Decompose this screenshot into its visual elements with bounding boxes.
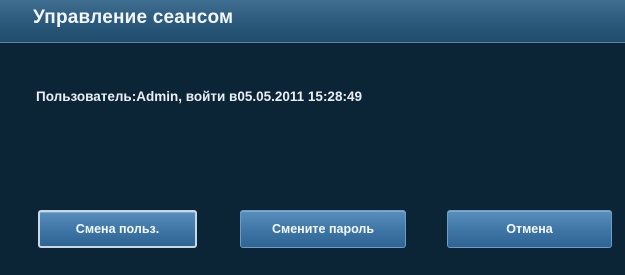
dialog-title: Управление сеансом <box>33 7 234 28</box>
cancel-button-label: Отмена <box>506 222 553 236</box>
cancel-button[interactable]: Отмена <box>447 210 612 248</box>
switch-user-button-label: Смена польз. <box>75 222 160 236</box>
change-password-button-label: Смените пароль <box>271 222 375 236</box>
change-password-button[interactable]: Смените пароль <box>240 210 406 248</box>
session-management-dialog: Управление сеансом Пользователь:Admin, в… <box>0 0 625 275</box>
switch-user-button[interactable]: Смена польз. <box>38 210 197 248</box>
dialog-titlebar: Управление сеансом <box>0 0 625 43</box>
session-info-text: Пользователь:Admin, войти в05.05.2011 15… <box>36 89 362 104</box>
